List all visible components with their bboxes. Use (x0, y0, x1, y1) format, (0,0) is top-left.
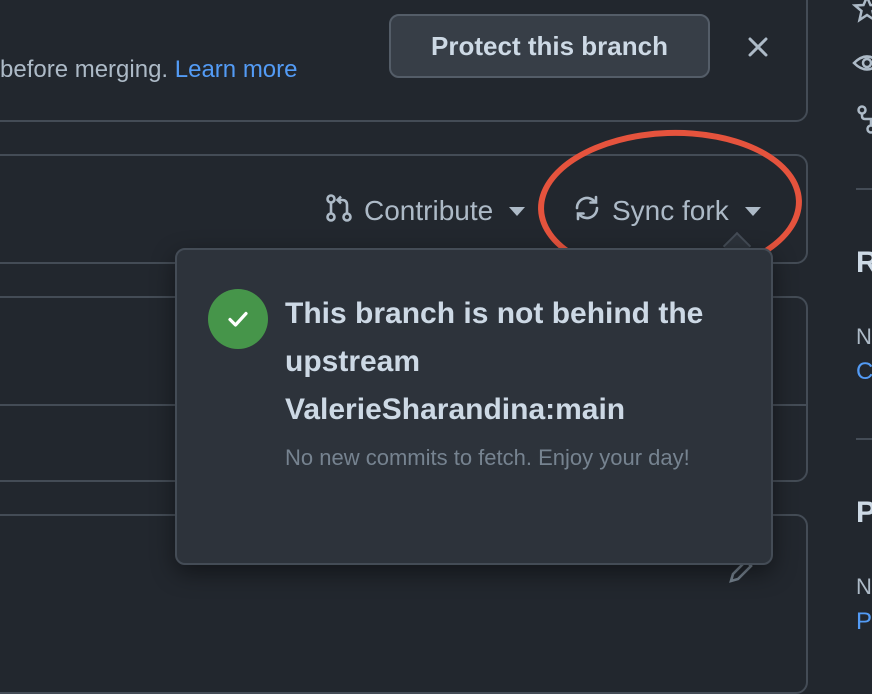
popover-description: No new commits to fetch. Enjoy your day! (285, 440, 725, 476)
close-icon[interactable] (745, 34, 771, 60)
banner-message: before merging. (0, 56, 175, 83)
banner-text: before merging. Learn more (0, 56, 298, 84)
sidebar-link-2[interactable]: P (856, 608, 872, 636)
learn-more-link[interactable]: Learn more (175, 56, 298, 83)
popover-title: This branch is not behind the upstream V… (285, 290, 755, 434)
protect-branch-button[interactable]: Protect this branch (389, 14, 710, 78)
git-pull-request-icon (324, 193, 354, 230)
chevron-down-icon (509, 207, 525, 216)
contribute-button[interactable]: Contribute (324, 194, 525, 228)
check-icon (208, 289, 268, 349)
sidebar-heading-2: P (856, 496, 872, 530)
sidebar-heading-1: R (856, 246, 872, 280)
sidebar-link-1[interactable]: C (856, 358, 872, 386)
sidebar-text-2: N (856, 574, 872, 600)
contribute-label: Contribute (364, 195, 493, 227)
sidebar-divider (856, 438, 872, 440)
sidebar-divider (856, 188, 872, 190)
eye-icon[interactable] (852, 48, 872, 78)
sidebar-text-1: N (856, 324, 872, 350)
fork-icon[interactable] (856, 104, 872, 134)
star-icon[interactable] (852, 0, 872, 24)
